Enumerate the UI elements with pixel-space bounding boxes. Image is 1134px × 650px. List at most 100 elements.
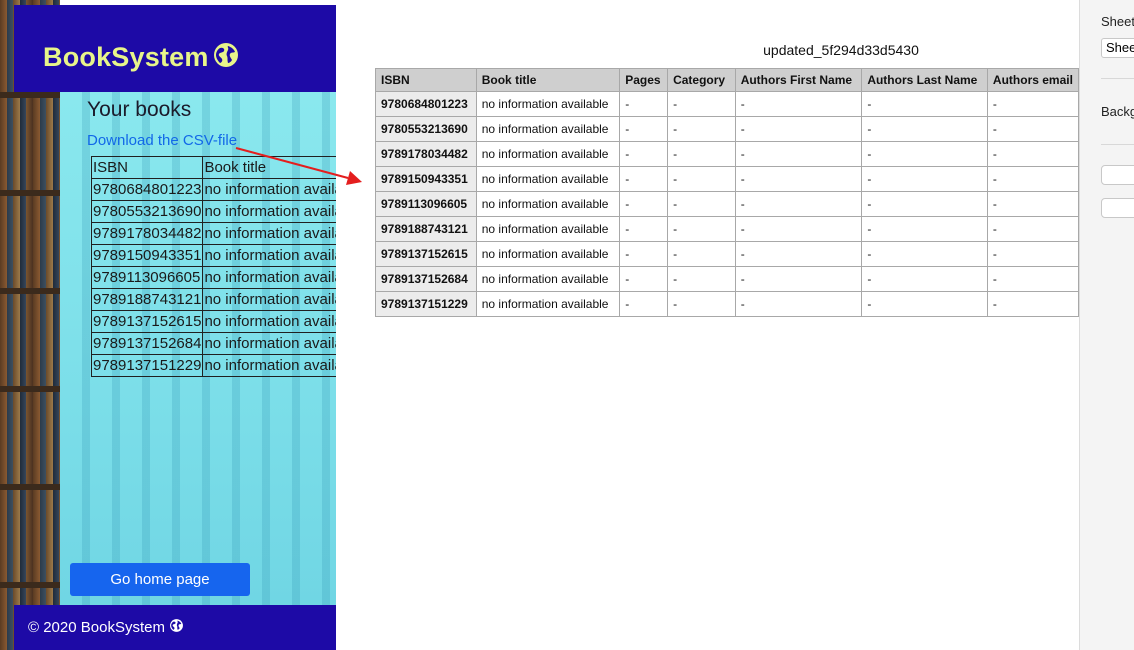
table-row: 9780684801223no information available <box>90 178 336 201</box>
go-home-button[interactable]: Go home page <box>70 563 250 596</box>
bookshelf-background <box>0 0 60 650</box>
spreadsheet-cell: - <box>667 266 736 292</box>
isbn-cell: 9789113096605 <box>375 191 477 217</box>
spreadsheet-cell: - <box>619 91 669 117</box>
table-row: 9789150943351no information available <box>90 244 336 267</box>
spreadsheet-cell: no information available <box>475 141 621 167</box>
spreadsheet-cell: - <box>734 191 863 217</box>
spreadsheet-cell: - <box>619 291 669 317</box>
spreadsheet-cell: - <box>861 191 988 217</box>
spreadsheet-cell: - <box>986 216 1079 242</box>
panel-input[interactable] <box>1101 198 1134 218</box>
spreadsheet-cell: - <box>986 141 1079 167</box>
spreadsheet-row: 9789188743121 no information available - - -… <box>375 216 1079 242</box>
isbn-cell: 9789113096605 <box>90 266 204 289</box>
spreadsheet-cell: - <box>667 216 736 242</box>
title-cell: no information available <box>202 310 336 333</box>
title-cell: no information available <box>202 354 336 377</box>
isbn-cell: 9789137152615 <box>375 241 477 267</box>
globe-icon <box>169 618 184 638</box>
isbn-cell: 9789137152615 <box>90 310 204 333</box>
spreadsheet-cell: - <box>861 141 988 167</box>
spreadsheet-cell: - <box>619 241 669 267</box>
spreadsheet-cell: - <box>861 241 988 267</box>
brand-logo[interactable]: BookSystem <box>43 41 240 74</box>
column-header: Authors First Name <box>734 68 863 92</box>
spreadsheet-cell: no information available <box>475 91 621 117</box>
isbn-cell: 9789150943351 <box>90 244 204 267</box>
table-row: 9789178034482no information available <box>90 222 336 245</box>
sheet-select[interactable]: Sheet <box>1101 38 1134 58</box>
spreadsheet-cell: - <box>861 116 988 142</box>
spreadsheet-cell: - <box>734 216 863 242</box>
title-cell: no information available <box>202 244 336 267</box>
column-header: Authors Last Name <box>861 68 988 92</box>
spreadsheet-cell: - <box>734 266 863 292</box>
panel-divider <box>1101 144 1134 145</box>
isbn-cell: 9780553213690 <box>90 200 204 223</box>
column-header-title: Book title <box>202 156 336 179</box>
download-csv-link[interactable]: Download the CSV-file <box>87 132 237 149</box>
screenshot: BookSystem Your books Download the CSV-f… <box>0 0 1134 650</box>
spreadsheet-cell: - <box>861 216 988 242</box>
isbn-cell: 9789188743121 <box>90 288 204 311</box>
spreadsheet-cell: no information available <box>475 116 621 142</box>
spreadsheet-cell: - <box>667 91 736 117</box>
isbn-cell: 9789137152684 <box>90 332 204 355</box>
spreadsheet-cell: - <box>986 116 1079 142</box>
spreadsheet-cell: - <box>861 266 988 292</box>
spreadsheet-cell: - <box>861 166 988 192</box>
title-cell: no information available <box>202 266 336 289</box>
spreadsheet-cell: - <box>986 191 1079 217</box>
column-header: Pages <box>619 68 669 92</box>
spreadsheet-cell: no information available <box>475 166 621 192</box>
spreadsheet-header-row: ISBN Book title Pages Category Authors F… <box>375 68 1079 92</box>
panel-input[interactable] <box>1101 165 1134 185</box>
isbn-cell: 9789137151229 <box>375 291 477 317</box>
isbn-cell: 9780684801223 <box>375 91 477 117</box>
spreadsheet-cell: - <box>619 166 669 192</box>
isbn-cell: 9789178034482 <box>375 141 477 167</box>
title-cell: no information available <box>202 288 336 311</box>
spreadsheet-row: 9789137152684 no information available - - -… <box>375 266 1079 292</box>
isbn-cell: 9789188743121 <box>375 216 477 242</box>
spreadsheet-cell: - <box>986 241 1079 267</box>
table-row: 9789137152684no information available <box>90 332 336 355</box>
isbn-cell: 9789178034482 <box>90 222 204 245</box>
spreadsheet-cell: - <box>986 291 1079 317</box>
inspector-panel: Sheet Sheet Background <box>1079 0 1134 650</box>
spreadsheet-cell: - <box>667 291 736 317</box>
spreadsheet-table: ISBN Book title Pages Category Authors F… <box>375 68 1079 317</box>
spreadsheet-cell: - <box>667 116 736 142</box>
spreadsheet-cell: - <box>667 191 736 217</box>
spreadsheet-row: 9789113096605 no information available - - -… <box>375 191 1079 217</box>
spreadsheet-cell: - <box>734 241 863 267</box>
spreadsheet-row: 9789137151229 no information available - - -… <box>375 291 1079 317</box>
table-row: 9789113096605no information available <box>90 266 336 289</box>
books-table: ISBN Book title 9780684801223 no informat… <box>90 156 336 377</box>
spreadsheet-cell: - <box>861 291 988 317</box>
spreadsheet-cell: - <box>667 141 736 167</box>
spreadsheet-cell: - <box>667 166 736 192</box>
table-row: 9789137152615no information available <box>90 310 336 333</box>
footer-copyright: © 2020 BookSystem <box>28 619 165 636</box>
spreadsheet-body: 9780684801223 no information available - - -… <box>375 91 1079 317</box>
spreadsheet-cell: - <box>734 116 863 142</box>
column-header: Category <box>667 68 736 92</box>
isbn-cell: 9789150943351 <box>375 166 477 192</box>
spreadsheet-row: 9789178034482 no information available - - -… <box>375 141 1079 167</box>
spreadsheet-cell: - <box>734 166 863 192</box>
background-label: Background <box>1101 104 1134 119</box>
spreadsheet-cell: no information available <box>475 241 621 267</box>
spreadsheet-preview: ISBN Book title Pages Category Authors F… <box>375 68 1079 320</box>
spreadsheet-row: 9780553213690 no information available - - -… <box>375 116 1079 142</box>
table-header-row: ISBN Book title <box>90 156 336 179</box>
spreadsheet-cell: - <box>986 166 1079 192</box>
spreadsheet-cell: - <box>861 91 988 117</box>
column-header: Book title <box>475 68 621 92</box>
spreadsheet-row: 9789137152615 no information available - - -… <box>375 241 1079 267</box>
spreadsheet-cell: - <box>734 141 863 167</box>
spreadsheet-cell: - <box>619 191 669 217</box>
isbn-cell: 9789137152684 <box>375 266 477 292</box>
spreadsheet-cell: - <box>619 266 669 292</box>
